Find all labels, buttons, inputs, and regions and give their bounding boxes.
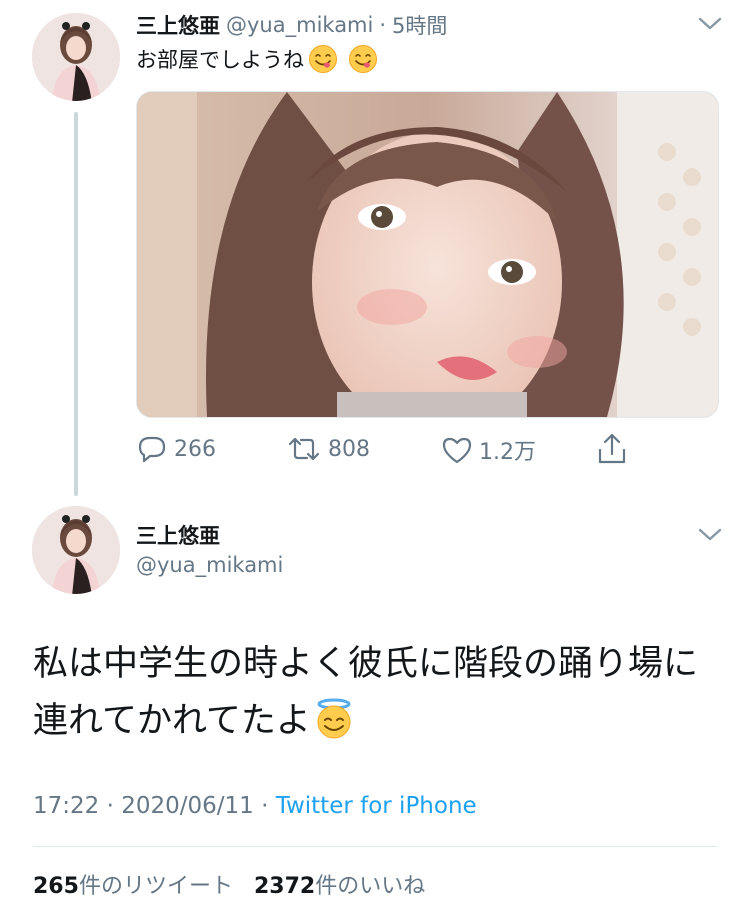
likes-label: 件のいいね	[315, 874, 426, 899]
like-button[interactable]: 1.2万	[441, 434, 536, 466]
retweets-stat[interactable]: 265件のリツイート	[33, 874, 233, 899]
likes-stat[interactable]: 2372件のいいね	[254, 874, 425, 899]
author-handle[interactable]: @yua_mikami	[136, 553, 283, 577]
likes-count: 2372	[253, 874, 316, 899]
avatar[interactable]	[32, 506, 120, 594]
tweet-photo[interactable]	[136, 91, 719, 418]
divider	[33, 846, 717, 847]
like-count: 1.2万	[479, 440, 536, 465]
tweet-time[interactable]: 5時間	[392, 10, 447, 40]
share-button[interactable]	[596, 432, 628, 466]
retweets-label: 件のリツイート	[78, 874, 233, 899]
retweet-icon	[288, 437, 320, 461]
tweet-stats: 265件のリツイート 2372件のいいね	[33, 868, 425, 900]
tweet-source-link[interactable]: Twitter for iPhone	[276, 793, 477, 819]
reply-tweet-text: お部屋でしようね	[136, 44, 378, 74]
halo-emoji-icon	[317, 698, 351, 739]
tweet-timestamp: 17:22 · 2020/06/11 ·	[33, 793, 276, 819]
retweets-count: 265	[33, 874, 79, 899]
heart-icon	[442, 437, 472, 464]
tweet-text-label: お部屋でしようね	[136, 48, 304, 72]
thread-connector-line	[74, 112, 78, 496]
author-name[interactable]: 三上悠亜	[136, 10, 220, 40]
retweet-button[interactable]: 808	[286, 434, 370, 464]
avatar[interactable]	[32, 13, 120, 101]
chevron-down-icon[interactable]	[697, 527, 723, 543]
reply-button[interactable]: 266	[136, 434, 216, 464]
retweet-count: 808	[328, 436, 370, 462]
reply-icon	[138, 436, 166, 463]
tweet-meta: 17:22 · 2020/06/11 · Twitter for iPhone	[33, 793, 477, 819]
author-name[interactable]: 三上悠亜	[136, 520, 220, 550]
reply-count: 266	[174, 436, 216, 462]
yum-emoji-icon	[309, 45, 337, 73]
yum-emoji-icon	[349, 45, 377, 73]
main-tweet-text: 私は中学生の時よく彼氏に階段の踊り場に連れてかれてたよ	[33, 636, 723, 750]
tweet-text-label: 私は中学生の時よく彼氏に階段の踊り場に連れてかれてたよ	[33, 644, 699, 741]
tweet-actions: 266 808 1.2万	[136, 430, 656, 470]
author-handle[interactable]: @yua_mikami	[226, 13, 373, 37]
chevron-down-icon[interactable]	[697, 16, 723, 32]
share-icon	[598, 433, 626, 464]
separator-dot: ·	[379, 13, 387, 37]
